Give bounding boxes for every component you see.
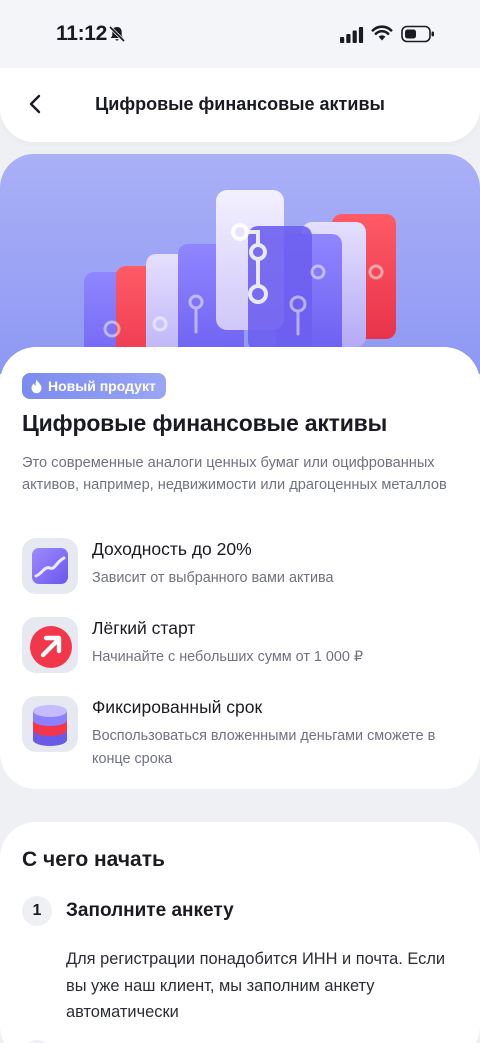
hero-banner	[0, 154, 480, 374]
signal-icon	[340, 27, 364, 43]
product-description: Это современные аналоги ценных бумаг или…	[22, 455, 447, 493]
getting-started-card: С чего начать 1 Заполните анкету Для рег…	[0, 822, 480, 1043]
new-product-badge: Новый продукт	[22, 373, 166, 399]
feature-subtitle: Начинайте с небольших сумм от 1 000 ₽	[92, 649, 364, 665]
coin-stack-icon	[22, 696, 78, 752]
arrow-up-right-icon	[22, 617, 78, 673]
feature-easy-start: Лёгкий старт Начинайте с небольших сумм …	[22, 617, 462, 677]
battery-icon	[401, 25, 434, 43]
step-title: Заполните анкету	[66, 900, 234, 921]
top-bar: Цифровые финансовые активы	[0, 68, 480, 142]
feature-title: Лёгкий старт	[92, 618, 196, 638]
status-time: 11:12	[56, 22, 108, 45]
product-title: Цифровые финансовые активы	[22, 410, 388, 436]
feature-title: Фиксированный срок	[92, 697, 263, 717]
feature-subtitle: Воспользоваться вложенными деньгами смож…	[92, 728, 436, 767]
step-number: 1	[22, 896, 52, 926]
feature-subtitle: Зависит от выбранного вами актива	[92, 570, 334, 586]
feature-title: Доходность до 20%	[92, 539, 252, 559]
page-title: Цифровые финансовые активы	[95, 94, 385, 114]
wifi-icon	[371, 25, 393, 41]
flame-icon	[31, 379, 42, 393]
chart-wave-icon	[22, 538, 78, 594]
step-description: Для регистрации понадобится ИНН и почта.…	[66, 950, 446, 1021]
product-info-card: Новый продукт Цифровые финансовые активы…	[0, 347, 480, 789]
bell-off-icon	[108, 25, 126, 43]
status-bar: 11:12	[0, 0, 480, 68]
feature-yield: Доходность до 20% Зависит от выбранного …	[22, 538, 462, 598]
feature-fixed-term: Фиксированный срок Воспользоваться вложе…	[22, 696, 462, 776]
section-title: С чего начать	[22, 848, 165, 871]
stacked-asset-cards-illustration	[84, 190, 396, 374]
badge-label: Новый продукт	[48, 378, 156, 394]
